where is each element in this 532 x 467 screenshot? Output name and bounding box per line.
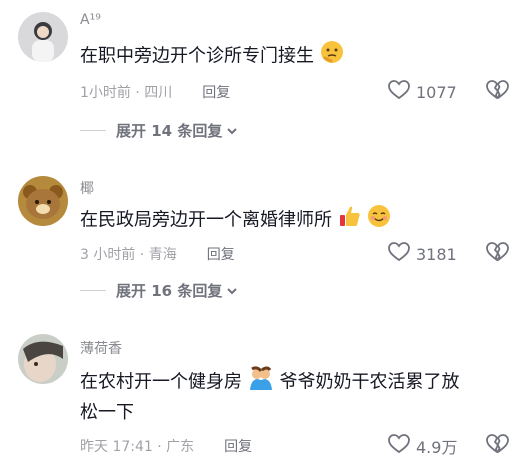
- dislike-button[interactable]: [485, 80, 509, 104]
- reply-button[interactable]: 回复: [202, 85, 230, 101]
- thinking-face-emoji: [320, 40, 344, 73]
- like-count: 3181: [416, 244, 457, 264]
- expand-replies-button[interactable]: 展开 14 条回复: [80, 120, 238, 141]
- like-button[interactable]: 4.9万: [388, 434, 457, 458]
- expand-replies-label: 展开 14 条回复: [116, 122, 223, 140]
- avatar[interactable]: [18, 334, 68, 384]
- smiling-face-emoji: [367, 204, 391, 237]
- comment-meta: 昨天 17:41 · 广东 回复: [80, 436, 252, 456]
- avatar[interactable]: [18, 12, 68, 62]
- dislike-button[interactable]: [485, 434, 509, 458]
- comment-text: 在职中旁边开个诊所专门接生: [80, 40, 480, 73]
- comment-meta: 3 小时前 · 青海 回复: [80, 244, 235, 264]
- like-button[interactable]: 1077: [388, 80, 457, 104]
- comment-text-line-1b: 爷爷奶奶干农活累了放: [279, 371, 460, 393]
- comment-text: 在民政局旁边开一个离婚律师所: [80, 204, 480, 237]
- reply-button[interactable]: 回复: [207, 247, 235, 263]
- comment-meta: 1小时前 · 四川 回复: [80, 82, 230, 102]
- comment-text-content: 在职中旁边开个诊所专门接生: [80, 45, 314, 67]
- comment-text-line-1: 在农村开一个健身房: [80, 371, 242, 393]
- heart-outline-icon: [388, 434, 410, 458]
- broken-heart-icon: [485, 242, 509, 266]
- divider-dash: [80, 290, 106, 291]
- timestamp-location: 1小时前 · 四川: [80, 85, 173, 101]
- avatar[interactable]: [18, 176, 68, 226]
- like-button[interactable]: 3181: [388, 242, 457, 266]
- username[interactable]: A¹⁹: [80, 12, 101, 28]
- like-count: 4.9万: [416, 438, 458, 457]
- chevron-down-icon: [226, 122, 238, 140]
- dislike-button[interactable]: [485, 242, 509, 266]
- timestamp-location: 3 小时前 · 青海: [80, 247, 177, 263]
- like-count: 1077: [416, 82, 457, 102]
- chevron-down-icon: [226, 282, 238, 300]
- comment-text-content: 在民政局旁边开一个离婚律师所: [80, 209, 332, 231]
- hugging-people-emoji: [248, 366, 274, 399]
- broken-heart-icon: [485, 80, 509, 104]
- comment-text: 在农村开一个健身房 爷爷奶奶干农活累了放 松一下: [80, 366, 480, 427]
- username[interactable]: 薄荷香: [80, 338, 122, 358]
- broken-heart-icon: [485, 434, 509, 458]
- timestamp-location: 昨天 17:41 · 广东: [80, 439, 195, 455]
- heart-outline-icon: [388, 80, 410, 104]
- divider-dash: [80, 130, 106, 131]
- username[interactable]: 椰: [80, 178, 94, 198]
- reply-button[interactable]: 回复: [224, 439, 252, 455]
- expand-replies-button[interactable]: 展开 16 条回复: [80, 280, 238, 301]
- comment-text-line-2: 松一下: [80, 402, 134, 423]
- heart-outline-icon: [388, 242, 410, 266]
- thumbs-up-emoji: [338, 204, 362, 237]
- expand-replies-label: 展开 16 条回复: [116, 282, 223, 300]
